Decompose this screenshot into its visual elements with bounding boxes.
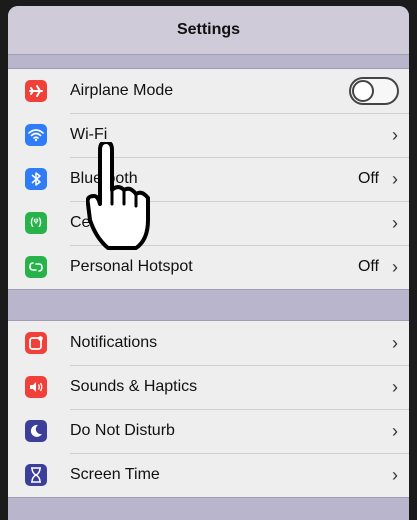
row-label: Do Not Disturb <box>70 422 175 439</box>
row-value: Off <box>357 170 379 187</box>
connectivity-group: Airplane Mode Wi-Fi › Bluetooth Off › (ᵠ… <box>8 68 409 290</box>
row-screen-time[interactable]: Screen Time › <box>8 453 409 497</box>
row-wifi[interactable]: Wi-Fi › <box>8 113 409 157</box>
row-do-not-disturb[interactable]: Do Not Disturb › <box>8 409 409 453</box>
cellular-icon: (ᵠ) <box>25 212 47 234</box>
airplane-icon <box>25 80 47 102</box>
navigation-bar: Settings <box>8 6 409 55</box>
row-airplane-mode[interactable]: Airplane Mode <box>8 69 409 113</box>
row-bluetooth[interactable]: Bluetooth Off › <box>8 157 409 201</box>
chevron-right-icon: › <box>392 332 398 353</box>
row-cellular[interactable]: (ᵠ) Cellular › <box>8 201 409 245</box>
speaker-icon <box>25 376 47 398</box>
row-value: Off <box>357 258 379 275</box>
row-label: Screen Time <box>70 466 160 483</box>
toggle-knob <box>352 80 374 102</box>
row-label: Personal Hotspot <box>70 258 193 275</box>
pointing-hand-icon <box>86 142 150 250</box>
chevron-right-icon: › <box>392 464 398 485</box>
row-sounds-haptics[interactable]: Sounds & Haptics › <box>8 365 409 409</box>
row-label: Airplane Mode <box>70 82 174 99</box>
chevron-right-icon: › <box>392 256 398 277</box>
row-label: Notifications <box>70 334 158 351</box>
hourglass-icon <box>25 464 47 486</box>
hotspot-icon <box>25 256 47 278</box>
chevron-right-icon: › <box>392 420 398 441</box>
bluetooth-icon <box>25 168 47 190</box>
notifications-group: Notifications › Sounds & Haptics › Do No… <box>8 320 409 498</box>
airplane-mode-toggle[interactable] <box>349 77 399 105</box>
chevron-right-icon: › <box>392 376 398 397</box>
chevron-right-icon: › <box>392 124 398 145</box>
chevron-right-icon: › <box>392 168 398 189</box>
row-label: Sounds & Haptics <box>70 378 198 395</box>
moon-icon <box>25 420 47 442</box>
page-title: Settings <box>176 21 241 38</box>
chevron-right-icon: › <box>392 212 398 233</box>
row-personal-hotspot[interactable]: Personal Hotspot Off › <box>8 245 409 289</box>
settings-screen: Settings Airplane Mode Wi-Fi › Bluetooth… <box>8 6 409 520</box>
row-notifications[interactable]: Notifications › <box>8 321 409 365</box>
wifi-icon <box>25 124 47 146</box>
notifications-icon <box>25 332 47 354</box>
